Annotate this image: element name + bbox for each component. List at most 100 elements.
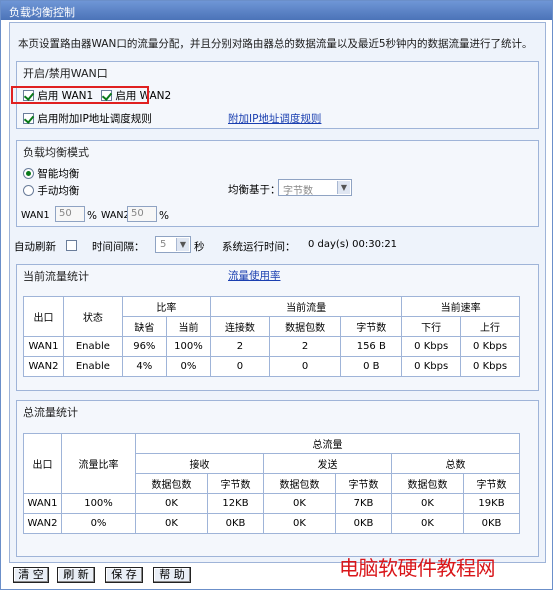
cell-packets: 2: [268, 336, 342, 357]
highlight-annotation: [11, 86, 149, 104]
cell-down: 0 Kbps: [401, 356, 462, 377]
col-port: 出口: [23, 433, 62, 494]
cell-recv-bytes: 12KB: [207, 493, 264, 514]
usage-link[interactable]: 流量使用率: [228, 268, 281, 283]
col-recv-packets: 数据包数: [135, 473, 208, 494]
refresh-button[interactable]: 刷 新: [57, 567, 95, 583]
window-frame: 负载均衡控制 本页设置路由器WAN口的流量分配，并且分别对路由器总的数据流量以及…: [0, 0, 553, 590]
wan2-weight-input[interactable]: 50: [127, 206, 157, 222]
col-ratio: 流量比率: [61, 433, 136, 494]
extra-ip-rule-link[interactable]: 附加IP地址调度规则: [228, 111, 321, 126]
auto-refresh-checkbox[interactable]: [66, 240, 77, 251]
col-sum-bytes: 字节数: [463, 473, 520, 494]
col-ratio: 比率: [121, 296, 212, 317]
site-watermark: 电脑软硬件教程网: [339, 556, 496, 580]
wan1-weight-input[interactable]: 50: [55, 206, 85, 222]
col-down: 下行: [401, 316, 462, 337]
balance-mode-group: 负载均衡模式 智能均衡 手动均衡 均衡基于： 字节数 ▼ WAN1 50 % W…: [16, 140, 539, 227]
col-connections: 连接数: [210, 316, 270, 337]
wan1-weight-label: WAN1: [21, 210, 50, 221]
cell-ratio: 0%: [61, 513, 136, 534]
cell-sum-bytes: 0KB: [463, 513, 520, 534]
cell-sum-packets: 0K: [391, 513, 464, 534]
cell-send-bytes: 7KB: [335, 493, 392, 514]
wan1-percent-sign: %: [87, 210, 97, 222]
table-row: WAN2 Enable 4% 0% 0 0 0 B 0 Kbps 0 Kbps: [23, 356, 520, 377]
current-stats-group: 当前流量统计 流量使用率 出口 状态 比率 当前流量 当前速率 缺省 当前 连接…: [16, 264, 539, 391]
cell-current: 0%: [165, 356, 212, 377]
cell-current: 100%: [165, 336, 212, 357]
cell-recv-bytes: 0KB: [207, 513, 264, 534]
intro-text: 本页设置路由器WAN口的流量分配，并且分别对路由器总的数据流量以及最近5秒钟内的…: [18, 38, 533, 50]
current-stats-title: 当前流量统计: [23, 270, 89, 283]
col-send-bytes: 字节数: [335, 473, 392, 494]
enable-extra-ip-rule-label: 启用附加IP地址调度规则: [37, 113, 152, 125]
cell-up: 0 Kbps: [460, 356, 520, 377]
help-button[interactable]: 帮 助: [153, 567, 191, 583]
total-stats-group: 总流量统计 出口 流量比率 总流量 接收 发送 总数 数据包数 字节数 数据包数…: [16, 400, 539, 557]
cell-default: 96%: [121, 336, 167, 357]
based-on-value: 字节数: [283, 186, 313, 197]
based-on-label: 均衡基于：: [228, 184, 281, 196]
col-current-traffic: 当前流量: [210, 296, 403, 317]
smart-balance-label: 智能均衡: [37, 168, 80, 180]
cell-recv-packets: 0K: [135, 493, 208, 514]
cell-port: WAN2: [23, 356, 64, 377]
col-bytes: 字节数: [340, 316, 403, 337]
cell-ratio: 100%: [61, 493, 136, 514]
interval-unit: 秒: [194, 241, 205, 253]
balance-mode-title: 负载均衡模式: [23, 146, 89, 159]
col-up: 上行: [460, 316, 520, 337]
cell-port: WAN1: [23, 336, 64, 357]
based-on-select[interactable]: 字节数 ▼: [278, 179, 352, 197]
interval-select[interactable]: 5 ▼: [155, 236, 191, 253]
interval-label: 时间间隔：: [92, 241, 145, 253]
cell-send-bytes: 0KB: [335, 513, 392, 534]
interval-value: 5: [160, 239, 167, 250]
col-recv: 接收: [135, 453, 264, 474]
col-sum: 总数: [391, 453, 520, 474]
uptime-label: 系统运行时间：: [222, 241, 296, 253]
total-stats-table: 出口 流量比率 总流量 接收 发送 总数 数据包数 字节数 数据包数 字节数 数…: [23, 433, 520, 534]
col-packets: 数据包数: [268, 316, 342, 337]
current-stats-table: 出口 状态 比率 当前流量 当前速率 缺省 当前 连接数 数据包数 字节数 下行…: [23, 296, 520, 377]
uptime-value: 0 day(s) 00:30:21: [308, 239, 398, 250]
wan2-weight-label: WAN2: [101, 210, 130, 221]
save-button[interactable]: 保 存: [105, 567, 143, 583]
manual-balance-radio[interactable]: [23, 185, 34, 196]
cell-up: 0 Kbps: [460, 336, 520, 357]
smart-balance-radio[interactable]: [23, 168, 34, 179]
cell-bytes: 156 B: [340, 336, 403, 357]
cell-status: Enable: [62, 356, 123, 377]
table-row: WAN2 0% 0K 0KB 0K 0KB 0K 0KB: [23, 513, 520, 534]
wan-enable-title: 开启/禁用WAN口: [23, 67, 108, 80]
chevron-down-icon: ▼: [176, 238, 189, 251]
col-default: 缺省: [121, 316, 167, 337]
cell-default: 4%: [121, 356, 167, 377]
cell-send-packets: 0K: [263, 493, 336, 514]
cell-sum-bytes: 19KB: [463, 493, 520, 514]
enable-extra-ip-rule-checkbox[interactable]: [23, 113, 34, 124]
cell-connections: 2: [210, 336, 270, 357]
cell-down: 0 Kbps: [401, 336, 462, 357]
auto-refresh-label: 自动刷新: [14, 241, 56, 253]
table-row: WAN1 100% 0K 12KB 0K 7KB 0K 19KB: [23, 493, 520, 514]
cell-status: Enable: [62, 336, 123, 357]
col-port: 出口: [23, 296, 64, 337]
cell-send-packets: 0K: [263, 513, 336, 534]
cell-port: WAN2: [23, 513, 62, 534]
window-title: 负载均衡控制: [1, 1, 552, 20]
col-total: 总流量: [135, 433, 520, 454]
manual-balance-label: 手动均衡: [37, 185, 80, 197]
cell-bytes: 0 B: [340, 356, 403, 377]
col-send: 发送: [263, 453, 392, 474]
cell-connections: 0: [210, 356, 270, 377]
col-current: 当前: [165, 316, 212, 337]
col-status: 状态: [62, 296, 123, 337]
cell-port: WAN1: [23, 493, 62, 514]
cell-packets: 0: [268, 356, 342, 377]
clear-button[interactable]: 清 空: [13, 567, 49, 583]
wan2-percent-sign: %: [159, 210, 169, 222]
col-sum-packets: 数据包数: [391, 473, 464, 494]
cell-recv-packets: 0K: [135, 513, 208, 534]
